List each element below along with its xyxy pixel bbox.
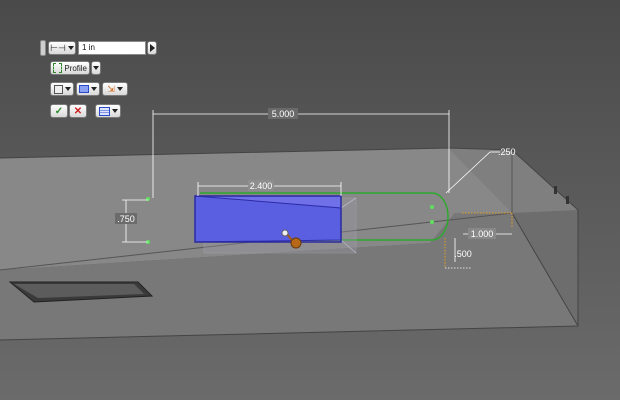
toolbar-grip[interactable] — [40, 40, 46, 56]
dimension-overall-length[interactable]: 5.000 — [272, 109, 295, 119]
options-row: ⇲ — [50, 82, 128, 96]
distance-apply-button[interactable] — [147, 41, 157, 55]
dimension-slot-length[interactable]: 2.400 — [250, 181, 273, 191]
direction-icon — [79, 85, 89, 93]
sketch-point[interactable] — [430, 205, 434, 209]
profile-select-icon — [53, 63, 63, 73]
profile-label: Profile — [64, 63, 87, 73]
direction-dropdown[interactable] — [76, 82, 100, 96]
distance-row: ⊢⊣ 1 in — [40, 40, 157, 56]
dimension-end-radius[interactable]: .250 — [498, 147, 516, 157]
flip-icon: ⇲ — [107, 83, 115, 94]
profile-select-button[interactable]: Profile — [50, 61, 90, 75]
cancel-button[interactable]: ✕ — [69, 104, 87, 118]
play-arrow-icon — [149, 44, 155, 52]
dimension-type-dropdown[interactable]: ⊢⊣ — [48, 41, 76, 55]
extents-dropdown[interactable] — [50, 82, 74, 96]
profile-dropdown[interactable] — [91, 61, 101, 75]
distance-input[interactable]: 1 in — [78, 41, 146, 55]
flip-dropdown[interactable]: ⇲ — [102, 82, 128, 96]
cancel-x-icon: ✕ — [73, 105, 83, 117]
3d-viewport[interactable]: 5.000 2.400 .750 .250 1.000 .500 — [0, 0, 620, 400]
ok-button[interactable]: ✓ — [50, 104, 68, 118]
extents-icon — [53, 84, 63, 94]
dimension-end-offset[interactable]: 1.000 — [471, 229, 494, 239]
dimension-offset-height[interactable]: .750 — [117, 214, 135, 224]
dimension-type-icon: ⊢⊣ — [50, 42, 66, 53]
sketch-point[interactable] — [430, 220, 434, 224]
dimension-vertical-offset[interactable]: .500 — [454, 249, 472, 259]
options-icon — [98, 106, 110, 116]
extrude-handle-origin[interactable] — [281, 229, 289, 237]
confirm-row: ✓ ✕ — [50, 104, 121, 118]
ok-check-icon: ✓ — [54, 105, 64, 117]
extrude-drag-handle[interactable] — [290, 237, 302, 249]
profile-row: Profile — [50, 61, 101, 75]
options-dropdown[interactable] — [95, 104, 121, 118]
